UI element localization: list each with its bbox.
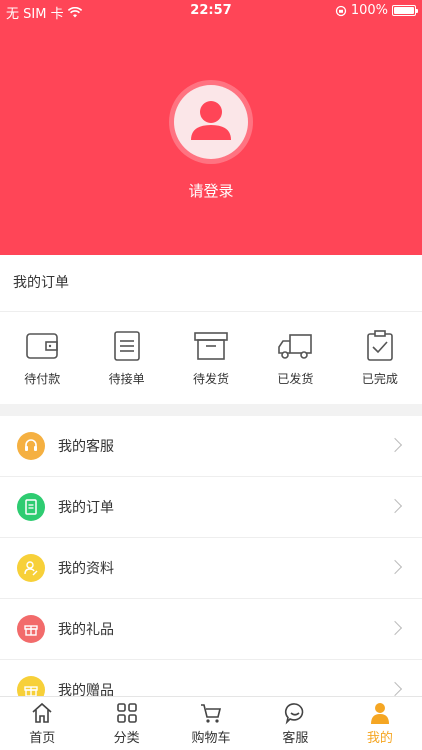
- tab-category[interactable]: 分类: [84, 697, 168, 750]
- clipboard-check-icon: [367, 330, 393, 361]
- box-icon: [194, 332, 228, 360]
- tab-bar: 首页 分类 购物车 客服 我的: [0, 696, 422, 750]
- menu-item-profile[interactable]: 我的资料: [0, 538, 422, 599]
- tab-mine[interactable]: 我的: [338, 697, 422, 750]
- chevron-right-icon: [387, 620, 403, 636]
- gift-icon: [17, 615, 45, 643]
- chat-icon: [285, 703, 304, 725]
- order-pending-accept[interactable]: 待接单: [84, 312, 168, 404]
- profile-header: 无 SIM 卡 22:57 100% 请登录: [0, 0, 422, 255]
- person-icon: [370, 703, 389, 724]
- order-pending-payment[interactable]: 待付款: [0, 312, 84, 404]
- document-icon: [17, 493, 45, 521]
- battery-icon: [392, 5, 418, 16]
- menu-item-orders[interactable]: 我的订单: [0, 477, 422, 538]
- menu-label: 我的礼品: [58, 622, 114, 638]
- order-label: 待付款: [24, 372, 61, 386]
- status-bar: 无 SIM 卡 22:57 100%: [0, 0, 422, 22]
- tab-label: 首页: [29, 731, 56, 746]
- chevron-right-icon: [387, 559, 403, 575]
- user-edit-icon: [17, 554, 45, 582]
- headset-icon: [17, 432, 45, 460]
- home-icon: [32, 702, 52, 723]
- grid-icon: [116, 703, 137, 723]
- order-label: 已完成: [361, 372, 398, 386]
- order-label: 已发货: [277, 372, 314, 386]
- order-pending-shipment[interactable]: 待发货: [169, 312, 253, 404]
- menu-list: 我的客服 我的订单 我的资料 我的礼品 我的赠品: [0, 416, 422, 696]
- gift-box-icon: [17, 676, 45, 696]
- chevron-right-icon: [387, 498, 403, 514]
- tab-label: 客服: [282, 731, 309, 746]
- cart-icon: [201, 704, 222, 723]
- order-label: 待发货: [193, 372, 230, 386]
- menu-item-customer-service[interactable]: 我的客服: [0, 416, 422, 477]
- wallet-icon: [26, 333, 59, 359]
- menu-label: 我的赠品: [58, 683, 114, 696]
- orders-card: 我的订单 待付款 待接单 待发货 已发货 已完成: [0, 255, 422, 404]
- menu-label: 我的资料: [58, 561, 114, 577]
- login-link[interactable]: 请登录: [0, 180, 422, 201]
- order-completed[interactable]: 已完成: [338, 312, 422, 404]
- avatar[interactable]: [174, 85, 248, 159]
- orders-title[interactable]: 我的订单: [0, 255, 422, 312]
- menu-item-giveaways[interactable]: 我的赠品: [0, 660, 422, 696]
- menu-label: 我的客服: [58, 439, 114, 455]
- chevron-right-icon: [387, 681, 403, 696]
- battery-percent: 100%: [350, 3, 388, 18]
- tab-service[interactable]: 客服: [253, 697, 337, 750]
- tab-label: 购物车: [191, 731, 231, 746]
- list-icon: [113, 331, 140, 361]
- truck-icon: [278, 334, 313, 359]
- order-shipped[interactable]: 已发货: [253, 312, 337, 404]
- tab-label: 我的: [366, 731, 393, 746]
- menu-label: 我的订单: [58, 500, 114, 516]
- user-icon: [191, 101, 231, 140]
- tab-home[interactable]: 首页: [0, 697, 84, 750]
- tab-cart[interactable]: 购物车: [169, 697, 253, 750]
- order-label: 待接单: [108, 372, 145, 386]
- menu-item-gifts[interactable]: 我的礼品: [0, 599, 422, 660]
- tab-label: 分类: [113, 731, 140, 746]
- orientation-lock-icon: [335, 5, 346, 16]
- chevron-right-icon: [387, 437, 403, 453]
